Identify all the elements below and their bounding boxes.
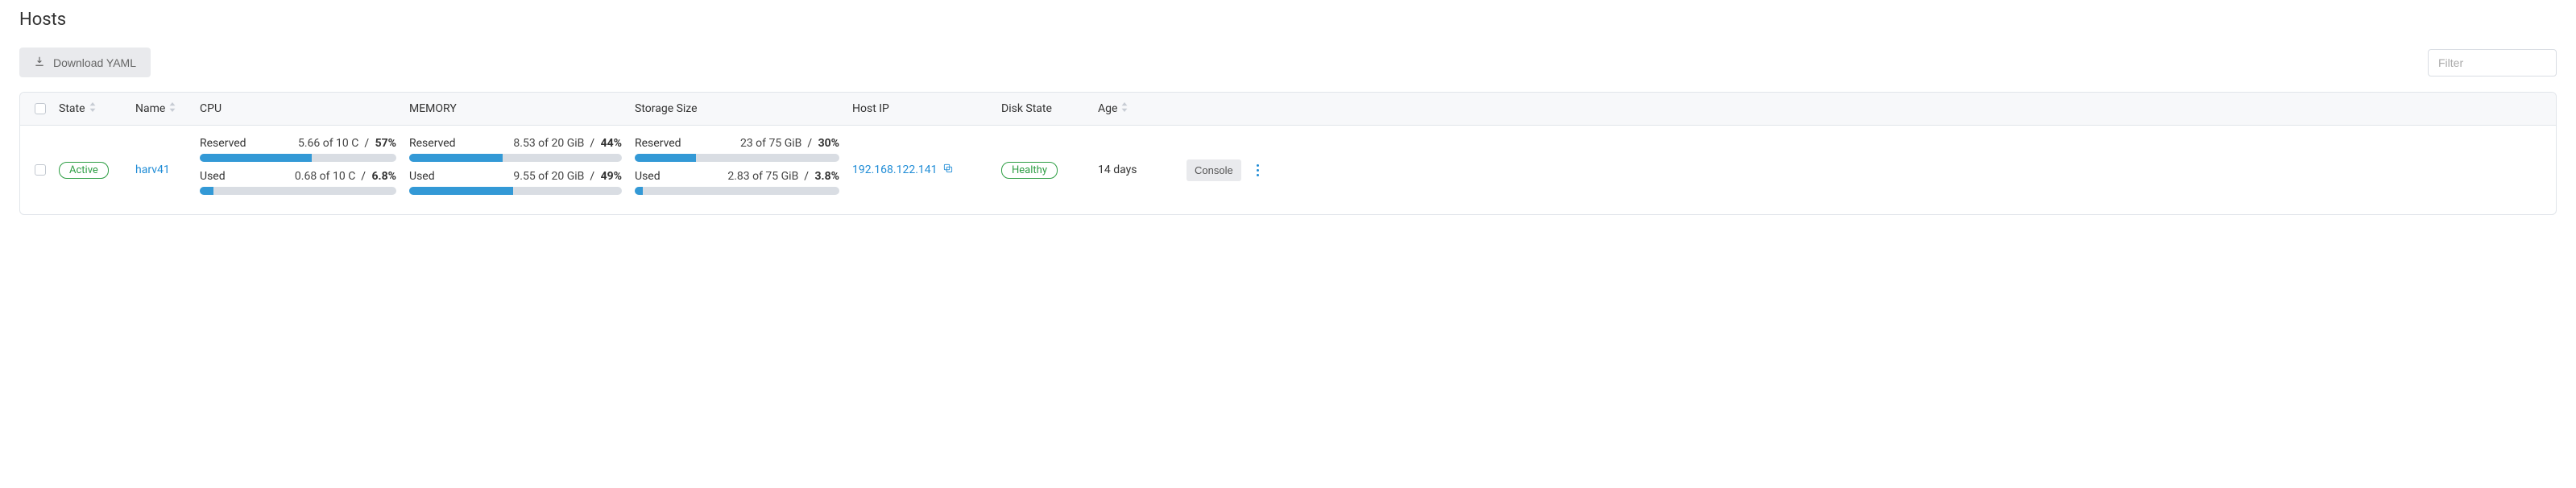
column-header-cpu-label: CPU	[200, 102, 222, 115]
column-header-name-label: Name	[135, 102, 165, 115]
column-header-state[interactable]: State	[52, 102, 129, 115]
sort-icon	[1120, 102, 1129, 115]
column-header-disk-state-label: Disk State	[1001, 102, 1052, 115]
column-header-memory-label: MEMORY	[409, 102, 457, 115]
storage-metrics: Reserved 23 of 75 GiB / 30% Used 2.83 of…	[635, 137, 839, 203]
column-header-name[interactable]: Name	[129, 102, 193, 115]
age-value: 14 days	[1098, 163, 1137, 176]
column-header-host-ip: Host IP	[846, 102, 995, 115]
copy-icon[interactable]	[942, 163, 954, 177]
cpu-reserved-pct: 57%	[375, 137, 396, 150]
column-header-cpu: CPU	[193, 102, 403, 115]
mem-used-bar-fill	[409, 187, 513, 195]
memory-metrics: Reserved 8.53 of 20 GiB / 44% Used 9.55 …	[409, 137, 622, 203]
table-row: Active harv41 Reserved 5.66 of 10 C / 57…	[20, 126, 2556, 214]
download-yaml-button[interactable]: Download YAML	[19, 48, 151, 77]
mem-used-value: 9.55 of 20 GiB	[513, 170, 584, 183]
cpu-used-label: Used	[200, 170, 226, 183]
storage-used-pct: 3.8%	[815, 170, 839, 183]
host-ip-link[interactable]: 192.168.122.141	[852, 163, 954, 177]
mem-used-bar	[409, 187, 622, 195]
storage-reserved-bar	[635, 154, 839, 162]
column-header-age-label: Age	[1098, 102, 1117, 115]
page-title: Hosts	[19, 10, 2557, 30]
mem-reserved-pct: 44%	[601, 137, 622, 150]
cpu-used-bar	[200, 187, 396, 195]
disk-state-badge: Healthy	[1001, 162, 1058, 179]
cpu-used-value: 0.68 of 10 C	[295, 170, 355, 183]
column-header-memory: MEMORY	[403, 102, 628, 115]
hosts-table: State Name CPU MEMORY Storage Size Host …	[19, 92, 2557, 215]
column-header-host-ip-label: Host IP	[852, 102, 889, 115]
mem-used-label: Used	[409, 170, 435, 183]
state-badge: Active	[59, 162, 109, 179]
cpu-used-pct: 6.8%	[372, 170, 396, 183]
storage-used-bar	[635, 187, 839, 195]
storage-reserved-label: Reserved	[635, 137, 681, 150]
sort-icon	[89, 102, 97, 115]
console-button[interactable]: Console	[1187, 159, 1241, 181]
row-actions-menu-button[interactable]	[1251, 163, 1265, 177]
column-header-storage-label: Storage Size	[635, 102, 698, 115]
cpu-reserved-label: Reserved	[200, 137, 246, 150]
host-ip-text: 192.168.122.141	[852, 163, 938, 176]
storage-reserved-pct: 30%	[818, 137, 839, 150]
cpu-metrics: Reserved 5.66 of 10 C / 57% Used 0.68 of…	[200, 137, 396, 203]
storage-reserved-value: 23 of 75 GiB	[740, 137, 801, 150]
host-name-link[interactable]: harv41	[135, 163, 170, 176]
column-header-age[interactable]: Age	[1091, 102, 1180, 115]
cpu-used-bar-fill	[200, 187, 213, 195]
column-header-disk-state: Disk State	[995, 102, 1091, 115]
download-icon	[34, 56, 45, 69]
sort-icon	[168, 102, 176, 115]
storage-used-value: 2.83 of 75 GiB	[727, 170, 798, 183]
row-checkbox[interactable]	[35, 164, 46, 176]
filter-input[interactable]	[2428, 49, 2557, 77]
mem-reserved-label: Reserved	[409, 137, 456, 150]
mem-reserved-bar-fill	[409, 154, 503, 162]
mem-used-pct: 49%	[601, 170, 622, 183]
table-header: State Name CPU MEMORY Storage Size Host …	[20, 93, 2556, 126]
select-all-checkbox[interactable]	[35, 103, 46, 114]
toolbar: Download YAML	[19, 48, 2557, 77]
column-header-state-label: State	[59, 102, 85, 115]
cpu-reserved-bar-fill	[200, 154, 312, 162]
column-header-storage: Storage Size	[628, 102, 846, 115]
storage-used-bar-fill	[635, 187, 643, 195]
storage-used-label: Used	[635, 170, 661, 183]
download-yaml-label: Download YAML	[53, 56, 136, 69]
storage-reserved-bar-fill	[635, 154, 696, 162]
cpu-reserved-value: 5.66 of 10 C	[298, 137, 358, 150]
mem-reserved-bar	[409, 154, 622, 162]
cpu-reserved-bar	[200, 154, 396, 162]
mem-reserved-value: 8.53 of 20 GiB	[513, 137, 584, 150]
